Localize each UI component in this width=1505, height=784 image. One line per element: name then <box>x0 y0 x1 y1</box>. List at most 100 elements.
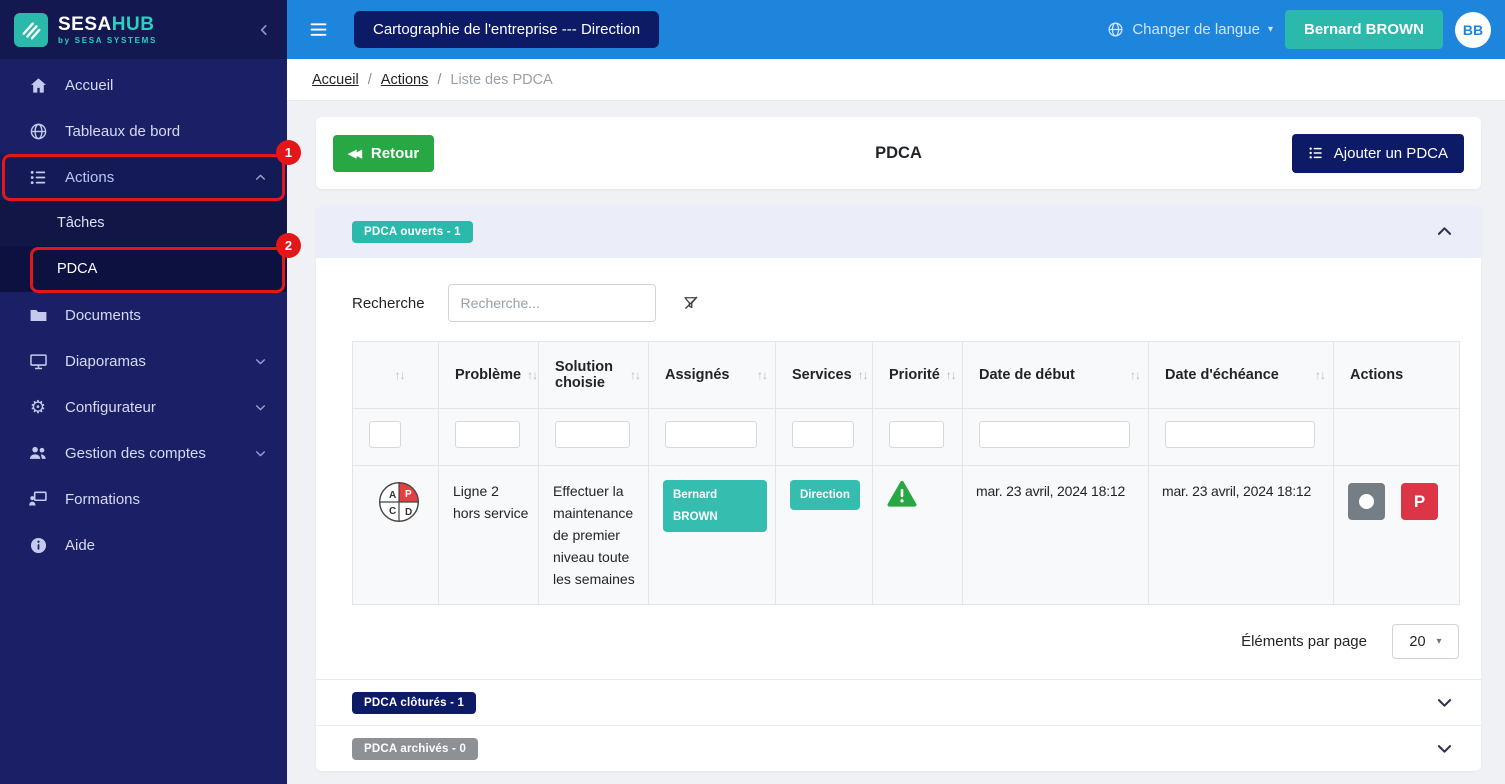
filter-input-probleme[interactable] <box>455 421 520 448</box>
chevron-down-icon <box>254 447 267 460</box>
status-action-button[interactable] <box>1348 483 1385 520</box>
column-label: Date d'échéance <box>1165 367 1279 383</box>
column-label: Date de début <box>979 367 1075 383</box>
filter-input-solution[interactable] <box>555 421 630 448</box>
column-header-icon[interactable]: ↑↓ <box>352 341 439 409</box>
globe-language-icon <box>1107 21 1124 38</box>
chevron-down-icon[interactable] <box>1435 693 1454 712</box>
section-pdca-clotures[interactable]: PDCA clôturés - 1 <box>316 679 1481 725</box>
home-icon <box>28 76 48 95</box>
pdca-list-card: PDCA ouverts - 1 Recherche ↑↓ <box>316 205 1481 771</box>
table-header-row: ↑↓ Problème ↑↓ Solution choisie ↑↓ Assigné… <box>352 341 1460 409</box>
sidebar-item-diaporamas[interactable]: Diaporamas <box>0 338 287 384</box>
column-header-date-echeance[interactable]: Date d'échéance ↑↓ <box>1148 341 1334 409</box>
cell-probleme: Ligne 2 hors service <box>438 465 539 605</box>
column-header-assignes[interactable]: Assignés ↑↓ <box>648 341 776 409</box>
display-icon <box>28 352 48 371</box>
double-left-arrow-icon: ◀◀ <box>348 147 362 160</box>
sidebar-item-tableaux-de-bord[interactable]: Tableaux de bord <box>0 108 287 154</box>
breadcrumb: Accueil / Actions / Liste des PDCA <box>287 59 1505 101</box>
brand-tagline: by SESA SYSTEMS <box>58 35 157 45</box>
language-switcher[interactable]: Changer de langue ▾ <box>1107 21 1273 38</box>
cell-actions: P <box>1333 465 1460 605</box>
sidebar-subitem-taches[interactable]: Tâches <box>0 200 287 246</box>
pdca-wheel-icon: A P C D <box>378 482 419 522</box>
breadcrumb-actions[interactable]: Actions <box>381 72 429 88</box>
actions-submenu: Tâches PDCA <box>0 200 287 292</box>
section-pdca-ouverts[interactable]: PDCA ouverts - 1 <box>316 205 1481 258</box>
cell-date-echeance: mar. 23 avril, 2024 18:12 <box>1148 465 1334 605</box>
sidebar-item-label: Aide <box>65 536 96 554</box>
column-header-date-debut[interactable]: Date de début ↑↓ <box>962 341 1149 409</box>
breadcrumb-separator: / <box>367 71 372 88</box>
filter-input-date-echeance[interactable] <box>1165 421 1315 448</box>
main-content: ◀◀ Retour PDCA Ajouter un PDCA PDCA ouve… <box>287 101 1505 784</box>
column-header-priorite[interactable]: Priorité ↑↓ <box>872 341 963 409</box>
pdca-phase-button[interactable]: P <box>1401 483 1438 520</box>
filter-input-services[interactable] <box>792 421 854 448</box>
search-input[interactable] <box>447 284 656 322</box>
filter-off-icon[interactable] <box>682 294 700 312</box>
filter-input-assignes[interactable] <box>665 421 757 448</box>
user-button[interactable]: Bernard BROWN <box>1284 10 1443 49</box>
filter-input-priorite[interactable] <box>889 421 944 448</box>
column-label: Problème <box>455 367 522 383</box>
sort-icon[interactable]: ↑↓ <box>757 368 768 382</box>
column-label: Services <box>792 367 852 383</box>
sidebar: SESAHUB by SESA SYSTEMS Accueil Tableaux… <box>0 0 287 784</box>
chevron-up-icon[interactable] <box>1435 222 1454 241</box>
sidebar-item-label: Formations <box>65 490 141 508</box>
list-check-icon <box>28 168 48 187</box>
chevron-down-icon[interactable] <box>1435 739 1454 758</box>
filter-input-icon-col[interactable] <box>369 421 401 448</box>
breadcrumb-current: Liste des PDCA <box>450 71 553 88</box>
sidebar-subitem-pdca[interactable]: PDCA <box>0 246 287 292</box>
column-label: Priorité <box>889 367 940 383</box>
sidebar-item-actions[interactable]: Actions <box>0 154 287 200</box>
sort-icon[interactable]: ↑↓ <box>858 368 869 382</box>
sidebar-item-configurateur[interactable]: ⚙ Configurateur <box>0 384 287 430</box>
section-pdca-archives[interactable]: PDCA archivés - 0 <box>316 725 1481 771</box>
sort-icon[interactable]: ↑↓ <box>395 368 406 382</box>
sidebar-item-formations[interactable]: Formations <box>0 476 287 522</box>
search-label: Recherche <box>352 294 425 312</box>
chevron-up-icon <box>254 171 267 184</box>
add-pdca-button[interactable]: Ajouter un PDCA <box>1291 133 1464 173</box>
sidebar-item-aide[interactable]: Aide <box>0 522 287 568</box>
assignee-badge: Bernard BROWN <box>663 480 767 532</box>
table-filter-row <box>352 408 1460 466</box>
context-selector[interactable]: Cartographie de l'entreprise --- Directi… <box>354 11 660 48</box>
per-page-select[interactable]: 20 ▾ <box>1392 624 1459 659</box>
column-header-solution[interactable]: Solution choisie ↑↓ <box>538 341 649 409</box>
sidebar-subitem-label: Tâches <box>57 215 105 231</box>
hamburger-menu-icon[interactable] <box>308 19 329 40</box>
breadcrumb-accueil[interactable]: Accueil <box>312 72 359 88</box>
users-icon <box>28 443 48 463</box>
sidebar-item-gestion-des-comptes[interactable]: Gestion des comptes <box>0 430 287 476</box>
sidebar-subitem-label: PDCA <box>57 261 98 277</box>
pagination: Éléments par page 20 ▾ <box>352 624 1459 659</box>
svg-text:D: D <box>405 507 412 518</box>
back-button[interactable]: ◀◀ Retour <box>333 134 435 172</box>
filter-input-date-debut[interactable] <box>979 421 1130 448</box>
brand-primary: SESA <box>58 13 112 35</box>
column-header-probleme[interactable]: Problème ↑↓ <box>438 341 539 409</box>
sidebar-item-accueil[interactable]: Accueil <box>0 62 287 108</box>
sort-icon[interactable]: ↑↓ <box>630 368 641 382</box>
sort-icon[interactable]: ↑↓ <box>1130 368 1141 382</box>
section-badge-clotures: PDCA clôturés - 1 <box>352 691 477 714</box>
per-page-value: 20 <box>1409 633 1426 650</box>
sidebar-collapse-icon[interactable] <box>253 19 275 41</box>
sesahub-logo-icon <box>14 12 48 47</box>
topbar: Cartographie de l'entreprise --- Directi… <box>287 0 1505 59</box>
avatar[interactable]: BB <box>1455 11 1491 48</box>
sidebar-item-documents[interactable]: Documents <box>0 292 287 338</box>
column-header-actions: Actions <box>1333 341 1460 409</box>
sort-icon[interactable]: ↑↓ <box>527 368 538 382</box>
chalkboard-user-icon <box>28 489 48 509</box>
caret-down-icon: ▾ <box>1267 24 1273 35</box>
sort-icon[interactable]: ↑↓ <box>946 368 957 382</box>
column-header-services[interactable]: Services ↑↓ <box>775 341 873 409</box>
sort-icon[interactable]: ↑↓ <box>1315 368 1326 382</box>
back-button-label: Retour <box>370 144 420 162</box>
